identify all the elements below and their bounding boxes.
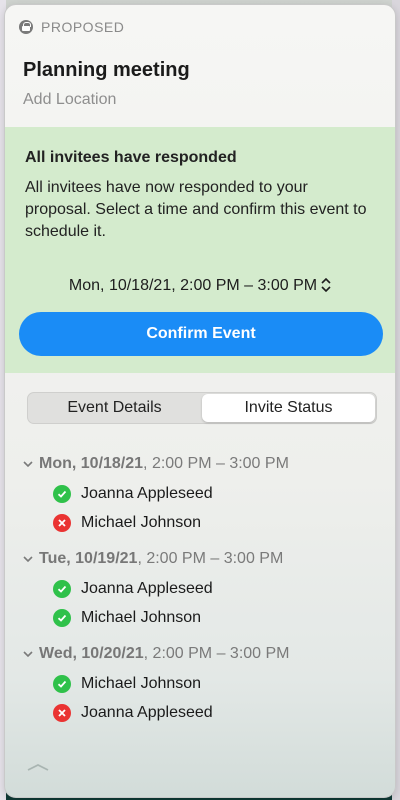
- invitee-name: Michael Johnson: [81, 675, 202, 692]
- proposed-status: PROPOSED: [19, 19, 124, 35]
- confirm-event-button[interactable]: Confirm Event: [19, 312, 383, 356]
- location-field[interactable]: Add Location: [23, 91, 116, 109]
- day-time: , 2:00 PM – 3:00 PM: [137, 550, 284, 567]
- invitee-name: Michael Johnson: [81, 609, 202, 626]
- day-time: , 2:00 PM – 3:00 PM: [143, 455, 289, 472]
- checkmark-circle-icon: [53, 485, 71, 503]
- day-date: Mon, 10/18/21: [39, 455, 144, 472]
- chevron-down-icon: [23, 651, 33, 658]
- checkmark-circle-icon: [53, 675, 71, 693]
- x-circle-icon: [53, 514, 71, 532]
- chevron-down-icon: [23, 461, 33, 468]
- status-label: PROPOSED: [41, 19, 125, 35]
- day-date: Wed, 10/20/21: [39, 645, 144, 662]
- invitee-name: Joanna Appleseed: [81, 580, 213, 597]
- x-circle-icon: [53, 704, 71, 722]
- lock-icon: [19, 20, 33, 34]
- invitee-name: Joanna Appleseed: [81, 485, 213, 502]
- chevron-down-icon: [23, 556, 33, 563]
- invitee-name: Michael Johnson: [81, 514, 202, 531]
- event-popover: PROPOSED Planning meeting Add Location A…: [4, 4, 396, 798]
- tab-event-details[interactable]: Event Details: [28, 393, 201, 423]
- invitee-row: Joanna Appleseed: [53, 580, 213, 598]
- tab-bar: Event Details Invite Status: [27, 392, 377, 424]
- time-selector[interactable]: Mon, 10/18/21, 2:00 PM – 3:00 PM: [5, 277, 395, 295]
- tab-invite-status[interactable]: Invite Status: [202, 394, 375, 422]
- invitee-name: Joanna Appleseed: [81, 704, 213, 721]
- day-date: Tue, 10/19/21: [39, 550, 138, 567]
- day-group-header[interactable]: Mon, 10/18/21, 2:00 PM – 3:00 PM: [23, 455, 289, 473]
- responses-banner: All invitees have responded All invitees…: [5, 127, 395, 373]
- day-group-header[interactable]: Tue, 10/19/21, 2:00 PM – 3:00 PM: [23, 550, 283, 568]
- invitee-row: Michael Johnson: [53, 609, 201, 627]
- chevron-up-icon[interactable]: [27, 763, 49, 771]
- banner-body: All invitees have now responded to your …: [25, 179, 367, 240]
- day-group-header[interactable]: Wed, 10/20/21, 2:00 PM – 3:00 PM: [23, 645, 290, 663]
- event-title[interactable]: Planning meeting: [23, 59, 190, 82]
- invitee-row: Michael Johnson: [53, 514, 201, 532]
- banner-heading: All invitees have responded: [25, 149, 237, 166]
- checkmark-circle-icon: [53, 609, 71, 627]
- updown-chevron-icon: [321, 278, 331, 292]
- invitee-row: Joanna Appleseed: [53, 485, 213, 503]
- day-time: , 2:00 PM – 3:00 PM: [143, 645, 290, 662]
- invitee-row: Joanna Appleseed: [53, 704, 213, 722]
- checkmark-circle-icon: [53, 580, 71, 598]
- selected-time: Mon, 10/18/21, 2:00 PM – 3:00 PM: [68, 277, 318, 294]
- invitee-row: Michael Johnson: [53, 675, 201, 693]
